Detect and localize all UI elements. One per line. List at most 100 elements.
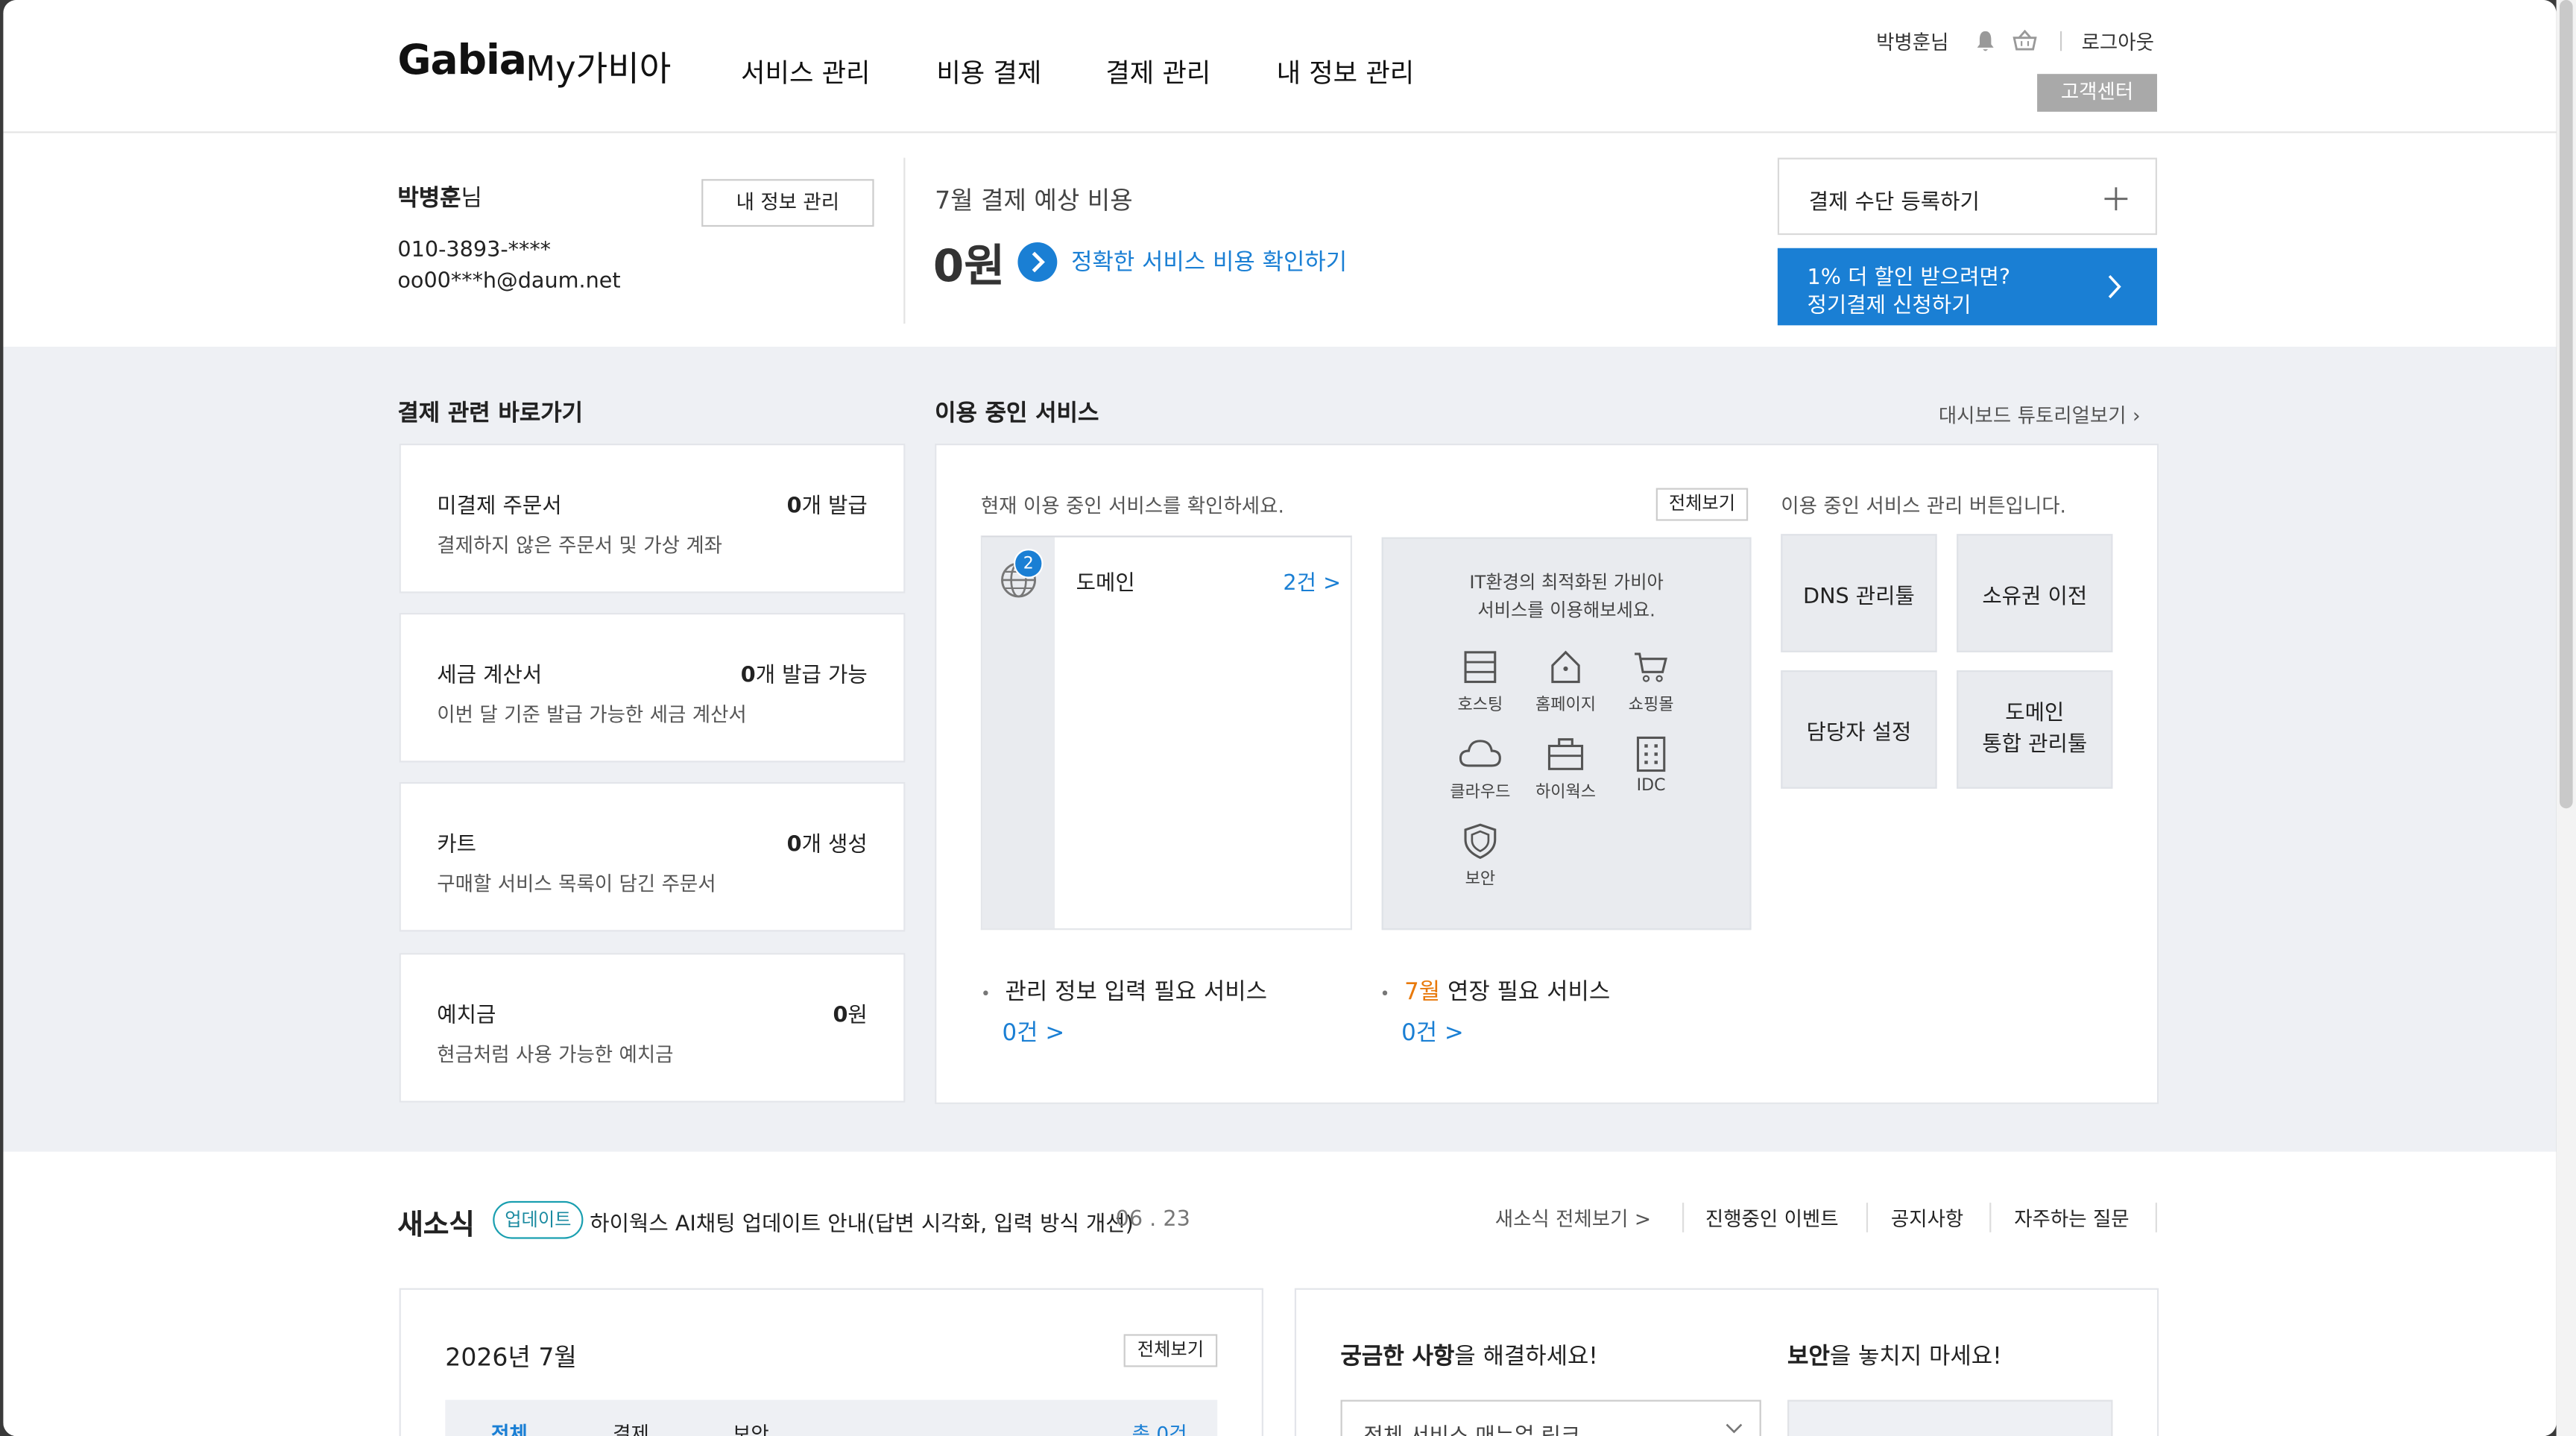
shortcut-count: 0원 <box>833 1004 868 1029</box>
shortcut-deposit[interactable]: 예치금 0원 현금처럼 사용 가능한 예치금 <box>399 953 906 1103</box>
cloud-icon <box>1459 740 1501 767</box>
service-promo-panel: IT환경의 최적화된 가비아 서비스를 이용해보세요. 호스팅 홈페이지 쇼핑몰… <box>1381 537 1752 930</box>
promo-line-1: IT환경의 최적화된 가비아 <box>1469 571 1664 593</box>
homepage-icon <box>1551 650 1580 684</box>
services-card: 현재 이용 중인 서비스를 확인하세요. 전체보기 2 도메인 2건 > IT환… <box>935 443 2159 1104</box>
shopping-mall-link[interactable]: 쇼핑몰 <box>1618 649 1684 715</box>
faq-heading: 궁금한 사항을 해결하세요! <box>1340 1344 1598 1370</box>
bell-icon[interactable] <box>1974 30 1996 53</box>
top-header: Gabia My가비아 서비스 관리 비용 결제 결제 관리 내 정보 관리 박… <box>3 0 2557 133</box>
divider <box>903 157 906 324</box>
expected-cost-title: 7월 결제 예상 비용 <box>935 186 1133 215</box>
services-view-all-button[interactable]: 전체보기 <box>1655 488 1749 521</box>
auto-payment-promo-button[interactable]: 1% 더 할인 받으려면? 정기결제 신청하기 <box>1777 248 2157 326</box>
plus-icon <box>2104 187 2128 211</box>
homepage-link[interactable]: 홈페이지 <box>1532 649 1598 715</box>
idc-link[interactable]: IDC <box>1618 736 1684 796</box>
shortcut-title: 세금 계산서 <box>437 664 543 689</box>
needs-info-count-link[interactable]: 0건 > <box>1003 1015 1065 1048</box>
divider <box>1989 1203 1992 1232</box>
tab-security[interactable]: 보안 <box>733 1420 769 1436</box>
chevron-down-icon <box>1726 1423 1743 1434</box>
profile-section: 박병훈님 내 정보 관리 010-3893-**** oo00***h@daum… <box>3 134 2557 347</box>
customer-center-button[interactable]: 고객센터 <box>2037 74 2157 112</box>
shortcut-cart[interactable]: 카트 0개 생성 구매할 서비스 목록이 담긴 주문서 <box>399 781 906 932</box>
calendar-total: 총 0건 <box>1131 1423 1187 1436</box>
confirm-cost-link[interactable]: 정확한 서비스 비용 확인하기 <box>1071 245 1347 277</box>
nav-cost-payment[interactable]: 비용 결제 <box>936 51 1041 90</box>
contact-settings-button[interactable]: 담당자 설정 <box>1781 670 1937 789</box>
tab-all[interactable]: 전체 <box>491 1420 528 1436</box>
nav-service-management[interactable]: 서비스 관리 <box>741 51 870 90</box>
mgmt-intro: 이용 중인 서비스 관리 버튼입니다. <box>1781 494 2066 518</box>
promo-line-1: 1% 더 할인 받으려면? <box>1807 265 2011 292</box>
scrollbar-thumb[interactable] <box>2559 0 2573 809</box>
security-heading: 보안을 놓치지 마세요! <box>1787 1344 2002 1370</box>
help-card: 궁금한 사항을 해결하세요! 전체 서비스 매뉴얼 링크 보안을 놓치지 마세요… <box>1294 1288 2159 1436</box>
domain-count-link[interactable]: 2건 > <box>1283 565 1341 596</box>
calendar-title: 2026년 7월 <box>445 1342 577 1373</box>
profile-name: 박병훈님 <box>397 186 482 212</box>
vertical-scrollbar[interactable] <box>2556 0 2576 1436</box>
profile-phone: 010-3893-**** <box>397 238 551 263</box>
shortcut-desc: 결제하지 않은 주문서 및 가상 계좌 <box>437 534 723 558</box>
shortcut-unpaid-orders[interactable]: 미결제 주문서 0개 발급 결제하지 않은 주문서 및 가상 계좌 <box>399 443 906 593</box>
divider <box>2155 1203 2157 1232</box>
edit-my-info-button[interactable]: 내 정보 관리 <box>701 179 874 227</box>
shortcuts-title: 결제 관련 바로가기 <box>397 400 584 427</box>
shortcut-desc: 구매할 서비스 목록이 담긴 주문서 <box>437 872 716 896</box>
expected-cost-amount: 0원 <box>932 241 1006 293</box>
shortcut-count: 0개 생성 <box>786 833 868 858</box>
divider <box>1866 1203 1869 1232</box>
cart-icon <box>1635 652 1667 682</box>
domain-list: 2 도메인 2건 > <box>980 535 1352 930</box>
my-gabia-label[interactable]: My가비아 <box>525 42 671 92</box>
manual-link-select[interactable]: 전체 서비스 매뉴얼 링크 <box>1340 1399 1761 1436</box>
gabia-logo[interactable]: Gabia <box>397 36 527 84</box>
tutorial-link[interactable]: 대시보드 튜토리얼보기 › <box>1939 401 2141 429</box>
calendar-view-all-button[interactable]: 전체보기 <box>1123 1334 1218 1367</box>
shortcut-tax-invoice[interactable]: 세금 계산서 0개 발급 가능 이번 달 기준 발급 가능한 세금 계산서 <box>399 612 906 763</box>
nav-my-info[interactable]: 내 정보 관리 <box>1277 51 1415 90</box>
domain-integrated-tool-button[interactable]: 도메인 통합 관리툴 <box>1957 670 2113 789</box>
chevron-right-circle-icon[interactable] <box>1017 242 1058 283</box>
briefcase-icon <box>1547 738 1584 770</box>
security-link[interactable]: 보안 <box>1448 823 1513 889</box>
shortcut-desc: 현금처럼 사용 가능한 예치금 <box>437 1043 674 1067</box>
profile-email: oo00***h@daum.net <box>397 269 621 295</box>
basket-icon[interactable] <box>2012 29 2037 51</box>
shortcut-title: 카트 <box>437 833 477 858</box>
shortcut-count: 0개 발급 <box>786 494 868 520</box>
dns-management-button[interactable]: DNS 관리툴 <box>1781 534 1937 652</box>
shortcut-title: 예치금 <box>437 1004 496 1029</box>
services-intro: 현재 이용 중인 서비스를 확인하세요. <box>980 494 1284 518</box>
hiworks-link[interactable]: 하이웍스 <box>1532 736 1598 802</box>
cloud-link[interactable]: 클라우드 <box>1448 736 1513 802</box>
notices-link[interactable]: 공지사항 <box>1891 1204 1963 1232</box>
renew-count-link[interactable]: 0건 > <box>1401 1015 1464 1048</box>
security-banner[interactable] <box>1787 1399 2113 1436</box>
calendar-card: 2026년 7월 전체보기 전체 결제 보안 총 0건 <box>399 1288 1263 1436</box>
divider <box>2059 31 2062 51</box>
news-headline-link[interactable]: 하이웍스 AI채팅 업데이트 안내(답변 시각화, 입력 방식 개선) <box>590 1206 1134 1237</box>
tab-payment[interactable]: 결제 <box>613 1420 649 1436</box>
calendar-tabs: 전체 결제 보안 총 0건 <box>445 1399 1218 1436</box>
logout-link[interactable]: 로그아웃 <box>2082 28 2154 55</box>
shield-icon <box>1464 823 1497 860</box>
news-title: 새소식 <box>397 1209 475 1242</box>
header-username[interactable]: 박병훈님 <box>1876 28 1948 55</box>
shortcut-count: 0개 발급 가능 <box>740 664 868 689</box>
register-payment-button[interactable]: 결제 수단 등록하기 <box>1777 157 2157 236</box>
building-icon <box>1636 736 1666 772</box>
domain-label[interactable]: 도메인 <box>1076 565 1135 596</box>
hosting-link[interactable]: 호스팅 <box>1448 649 1513 715</box>
register-payment-label: 결제 수단 등록하기 <box>1808 190 1980 215</box>
events-link[interactable]: 진행중인 이벤트 <box>1705 1204 1839 1232</box>
news-view-all-link[interactable]: 새소식 전체보기 > <box>1495 1204 1651 1232</box>
promo-line-2: 정기결제 신청하기 <box>1807 294 1972 319</box>
nav-payment-management[interactable]: 결제 관리 <box>1105 51 1210 90</box>
ownership-transfer-button[interactable]: 소유권 이전 <box>1957 534 2113 652</box>
faq-link[interactable]: 자주하는 질문 <box>2014 1204 2129 1232</box>
news-date: 06 . 23 <box>1115 1207 1190 1232</box>
chevron-right-icon <box>2108 275 2121 299</box>
